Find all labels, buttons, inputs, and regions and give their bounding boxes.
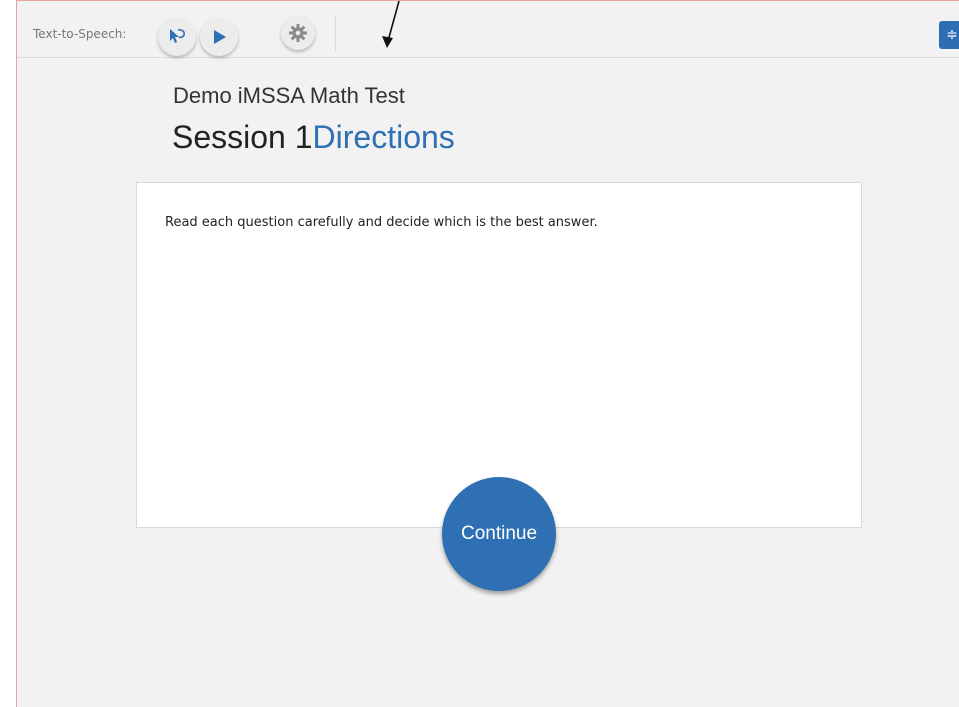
session-label: Session 1 <box>172 119 313 155</box>
continue-button[interactable]: Continue <box>442 477 556 591</box>
speech-select-icon <box>166 26 188 48</box>
annotation-arrow <box>369 1 409 55</box>
toolbar: Text-to-Speech: ≑ <box>17 1 959 58</box>
app-frame: Text-to-Speech: ≑ Demo iMSSA Math Test S… <box>16 0 959 707</box>
speech-select-button[interactable] <box>158 18 196 56</box>
page-title: Session 1Directions <box>172 119 455 156</box>
play-icon <box>209 27 229 47</box>
menu-icon: ≑ <box>946 27 958 43</box>
section-label: Directions <box>312 119 455 155</box>
settings-button[interactable] <box>281 16 315 50</box>
menu-button[interactable]: ≑ <box>939 21 959 49</box>
tts-label: Text-to-Speech: <box>33 27 127 41</box>
test-title: Demo iMSSA Math Test <box>173 83 405 108</box>
gear-icon <box>288 23 308 43</box>
toolbar-divider <box>335 15 336 51</box>
play-button[interactable] <box>200 18 238 56</box>
directions-text: Read each question carefully and decide … <box>165 215 598 230</box>
